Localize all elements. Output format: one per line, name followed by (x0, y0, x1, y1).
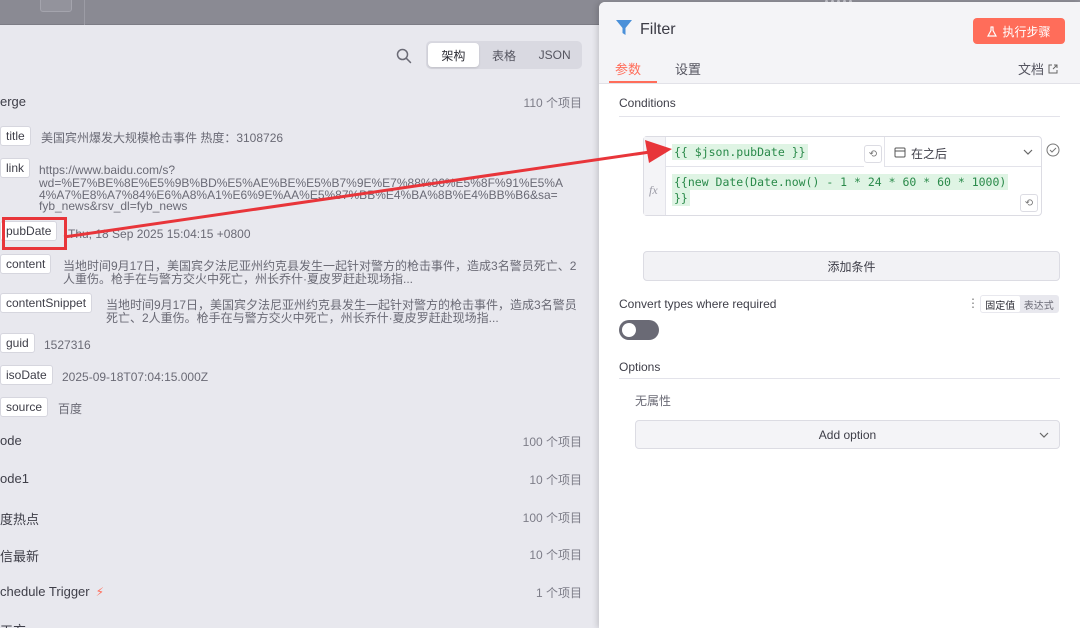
operator-select[interactable]: 在之后 (884, 137, 1041, 167)
field-key-guid[interactable]: guid (0, 333, 35, 353)
pubdate-highlight-box (2, 217, 67, 250)
fixed-expression-toggle: 固定值 表达式 (980, 295, 1059, 313)
convert-types-switch[interactable] (619, 320, 659, 340)
node-row-schedule-trigger[interactable]: chedule Trigger ⚡ 1 个项目 (0, 584, 600, 604)
run-step-label: 执行步骤 (1002, 24, 1051, 39)
view-tab-schema[interactable]: 架构 (428, 43, 479, 67)
tab-settings[interactable]: 设置 (675, 59, 701, 78)
node-item-count: 1 个项目 (535, 586, 582, 600)
node-name: 信最新 (0, 549, 40, 564)
filter-panel-header: Filter 执行步骤 参数 设置 文档 (599, 2, 1080, 84)
top-bar-button[interactable] (40, 0, 72, 12)
field-value-link-line4: fyb_news&rsv_dl=fyb_news (39, 199, 188, 213)
no-properties-text: 无属性 (635, 394, 672, 408)
node-item-count: 10 个项目 (529, 473, 582, 487)
top-bar-divider (84, 0, 85, 25)
field-value-title: 美国宾州爆发大规模枪击事件 热度：3108726 (41, 131, 284, 145)
view-tab-table[interactable]: 表格 (479, 43, 530, 67)
panel-title: Filter (640, 21, 676, 38)
chevron-down-icon (1039, 432, 1049, 438)
field-value-guid: 1527316 (44, 338, 91, 352)
field-key-title[interactable]: title (0, 126, 31, 146)
field-key-contentsnippet[interactable]: contentSnippet (0, 293, 93, 313)
condition-gutter: fx (644, 137, 666, 215)
node-name: ode (0, 433, 22, 448)
fx-expression-icon: fx (649, 183, 658, 197)
field-value-source: 百度 (58, 402, 83, 416)
chevron-down-icon (1023, 149, 1033, 155)
node-row[interactable]: 工方 (0, 620, 600, 628)
field-value-link-line1: https://www.baidu.com/s? (39, 163, 176, 177)
expression-mode-option[interactable]: 表达式 (1020, 296, 1059, 312)
node-name: chedule Trigger ⚡ (0, 584, 105, 599)
node-name: 度热点 (0, 512, 40, 527)
section-divider (619, 378, 1060, 379)
calendar-icon (894, 147, 906, 158)
convert-types-label: Convert types where required (619, 297, 777, 311)
field-value-content-line2: 人重伤。枪手在与警方交火中死亡，州长乔什·夏皮罗赶赴现场指... (63, 272, 414, 286)
top-bar (0, 0, 600, 25)
node-item-count: 100 个项目 (522, 435, 582, 449)
field-key-isodate[interactable]: isoDate (0, 365, 53, 385)
conditions-title: Conditions (619, 96, 676, 110)
filter-funnel-icon (616, 20, 632, 35)
add-option-label: Add option (818, 427, 877, 442)
section-divider (619, 116, 1060, 117)
node-item-count: 100 个项目 (522, 511, 582, 525)
node-item-count: 10 个项目 (529, 548, 582, 562)
field-value-contentsnippet-line1: 当地时间9月17日，美国宾夕法尼亚州约克县发生一起针对警方的枪击事件，造成3名警… (106, 298, 577, 312)
add-condition-button[interactable]: 添加条件 (643, 251, 1060, 281)
input-data-panel: 架构 表格 JSON erge 110 个项目 title 美国宾州爆发大规模枪… (0, 25, 600, 628)
run-step-button[interactable]: 执行步骤 (973, 18, 1065, 44)
add-option-select[interactable]: Add option (635, 420, 1060, 449)
node-row[interactable]: 信最新 10 个项目 (0, 546, 600, 566)
left-value-expression: {{ $json.pubDate }} (672, 144, 808, 160)
switch-knob (622, 323, 636, 337)
view-tab-json[interactable]: JSON (529, 43, 580, 67)
field-value-content-line1: 当地时间9月17日，美国宾夕法尼亚州约克县发生一起针对警方的枪击事件，造成3名警… (63, 259, 577, 273)
left-value-reset-icon[interactable]: ⟲ (864, 145, 882, 163)
node-row[interactable]: ode 100 个项目 (0, 433, 600, 453)
field-value-isodate: 2025-09-18T07:04:15.000Z (62, 370, 209, 384)
node-name: ode1 (0, 471, 29, 486)
node-row-merge[interactable]: erge 110 个项目 (0, 94, 600, 114)
fixed-mode-option[interactable]: 固定值 (981, 296, 1020, 312)
left-value-input[interactable]: {{ $json.pubDate }} (666, 137, 864, 167)
flask-icon (987, 25, 998, 37)
search-icon[interactable] (396, 48, 412, 64)
options-title: Options (619, 360, 661, 374)
node-row[interactable]: ode1 10 个项目 (0, 471, 600, 491)
node-name: 工方 (0, 620, 26, 628)
field-value-contentsnippet-line2: 死亡、2人重伤。枪手在与警方交火中死亡，州长乔什·夏皮罗赶赴现场指... (106, 311, 499, 325)
filter-node-panel: Filter 执行步骤 参数 设置 文档 Conditions fx {{ $j… (599, 2, 1080, 628)
active-tab-indicator (609, 81, 657, 83)
tab-parameters[interactable]: 参数 (615, 59, 641, 78)
node-item-count: 110 个项目 (523, 96, 582, 110)
condition-row: fx {{ $json.pubDate }} ⟲ 在之后 {{new Date(… (643, 136, 1042, 216)
trigger-bolt-icon: ⚡ (95, 585, 105, 599)
node-row[interactable]: 度热点 100 个项目 (0, 509, 600, 529)
operator-value: 在之后 (911, 147, 948, 161)
external-link-icon (1048, 64, 1058, 74)
field-key-link[interactable]: link (0, 158, 31, 178)
right-value-input[interactable]: {{new Date(Date.now() - 1 * 24 * 60 * 60… (666, 168, 1041, 215)
right-value-expression-line1: {{new Date(Date.now() - 1 * 24 * 60 * 60… (672, 174, 1009, 190)
field-key-source[interactable]: source (0, 397, 49, 417)
condition-check-icon[interactable] (1046, 143, 1060, 157)
more-vertical-icon[interactable]: ⋮ (967, 296, 979, 310)
node-name: erge (0, 94, 27, 109)
right-value-reset-icon[interactable]: ⟲ (1020, 194, 1038, 212)
field-key-content[interactable]: content (0, 254, 52, 274)
right-value-expression-line2: }} (672, 190, 690, 206)
view-mode-toggle: 架构 表格 JSON (426, 41, 582, 69)
field-value-pubdate: Thu, 18 Sep 2025 15:04:15 +0800 (68, 227, 251, 241)
docs-link[interactable]: 文档 (1018, 59, 1058, 78)
